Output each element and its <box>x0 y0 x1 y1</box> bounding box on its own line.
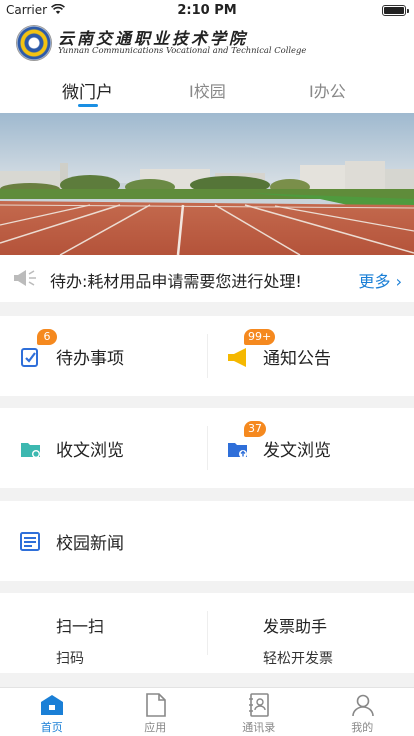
outbox-badge: 37 <box>244 421 266 437</box>
inbox-folder-icon <box>21 443 40 458</box>
tools-card: 扫一扫 扫码 发票助手 轻松开发票 <box>0 593 414 673</box>
battery-icon <box>382 5 409 16</box>
clock: 2:10 PM <box>177 3 237 18</box>
home-icon <box>41 695 63 715</box>
tabbar-home-label: 首页 <box>40 721 63 734</box>
tab-campus[interactable]: I校园 <box>189 78 226 102</box>
tabbar-apps[interactable]: 应用 <box>104 688 208 736</box>
scan-tool[interactable]: 扫一扫 扫码 <box>0 593 207 673</box>
newspaper-icon <box>20 532 40 551</box>
scan-subtitle: 扫码 <box>56 651 84 667</box>
tab-micro-portal[interactable]: 微门户 <box>62 78 113 103</box>
chevron-right-icon: › <box>395 272 402 291</box>
tab-active-indicator <box>78 104 98 107</box>
school-name-english: Yunnan Communications Vocational and Tec… <box>58 45 307 55</box>
bottom-tab-bar: 首页 应用 通讯录 我的 <box>0 687 414 736</box>
app-header: 云南交通职业技术学院 Yunnan Communications Vocatio… <box>0 20 414 64</box>
outbox-browse-label: 发文浏览 <box>263 441 331 461</box>
megaphone-icon <box>228 348 246 367</box>
inbox-browse-label: 收文浏览 <box>56 441 124 461</box>
todo-check-icon <box>21 348 38 367</box>
outbox-folder-icon <box>228 443 247 458</box>
tabbar-mine[interactable]: 我的 <box>311 688 414 736</box>
more-label: 更多 <box>358 272 391 291</box>
more-link[interactable]: 更多 › <box>358 268 402 292</box>
status-bar: Carrier 2:10 PM <box>0 0 414 20</box>
notice-bar[interactable]: 待办:耗材用品申请需要您进行处理! 更多 › <box>0 255 414 302</box>
invoice-assistant-subtitle: 轻松开发票 <box>263 651 333 667</box>
person-icon <box>351 694 374 717</box>
tab-office[interactable]: I办公 <box>309 78 346 102</box>
quick-grid-1: 6 待办事项 99+ 通知公告 <box>0 316 414 396</box>
scan-title: 扫一扫 <box>56 617 105 636</box>
campus-news-item[interactable]: 校园新闻 <box>0 501 414 581</box>
campus-banner-image[interactable] <box>0 113 414 255</box>
invoice-assistant-tool[interactable]: 发票助手 轻松开发票 <box>207 593 414 673</box>
quick-grid-2: 收文浏览 37 发文浏览 <box>0 408 414 488</box>
todo-item[interactable]: 6 待办事项 <box>0 316 207 396</box>
announcement-item[interactable]: 99+ 通知公告 <box>207 316 414 396</box>
inbox-browse-item[interactable]: 收文浏览 <box>0 408 207 488</box>
invoice-assistant-title: 发票助手 <box>263 617 328 636</box>
school-logo <box>16 25 52 61</box>
tabbar-mine-label: 我的 <box>351 721 374 734</box>
document-icon <box>145 693 166 717</box>
tabbar-home[interactable]: 首页 <box>0 688 104 736</box>
campus-news-label: 校园新闻 <box>56 534 124 554</box>
outbox-browse-item[interactable]: 37 发文浏览 <box>207 408 414 488</box>
contacts-book-icon <box>249 693 269 717</box>
notice-text: 待办:耗材用品申请需要您进行处理! <box>50 272 302 291</box>
announcement-badge: 99+ <box>244 329 276 345</box>
todo-label: 待办事项 <box>56 349 124 369</box>
tabbar-contacts-label: 通讯录 <box>242 721 276 734</box>
tabbar-apps-label: 应用 <box>144 721 167 734</box>
announcement-label: 通知公告 <box>263 349 331 369</box>
todo-badge: 6 <box>37 329 57 345</box>
top-tabs: 微门户 I校园 I办公 <box>0 64 414 113</box>
speaker-icon <box>14 269 38 291</box>
tabbar-contacts[interactable]: 通讯录 <box>207 688 311 736</box>
